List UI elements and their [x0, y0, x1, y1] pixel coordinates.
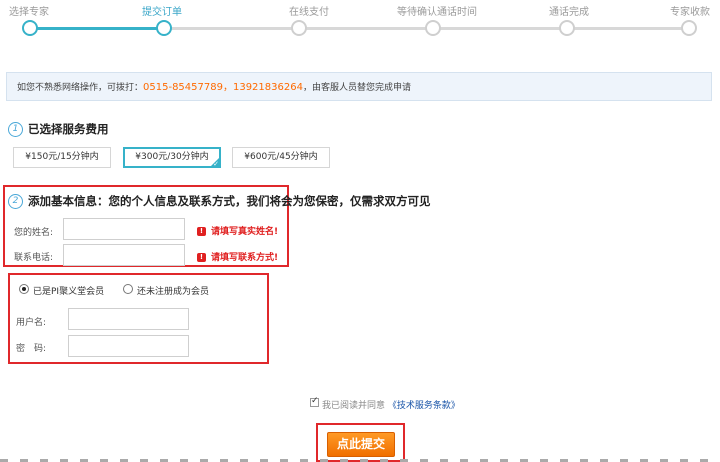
step-node-4 — [425, 20, 441, 36]
terms-link[interactable]: 《技术服务条款》 — [388, 401, 460, 411]
agreement-checkbox[interactable] — [310, 396, 319, 407]
notice-suffix: ，由客服人员替您完成申请 — [302, 83, 411, 93]
step-label-online-payment: 在线支付 — [289, 7, 329, 18]
step-label-submit-order: 提交订单 — [142, 7, 182, 18]
phone-label: 联系电话: — [14, 253, 54, 263]
step-number-1: 1 — [8, 122, 23, 137]
member-radio[interactable] — [19, 284, 29, 294]
step-number-2: 2 — [8, 194, 23, 209]
step-label-call-complete: 通话完成 — [549, 7, 589, 18]
phone-input[interactable] — [63, 244, 185, 266]
error-icon: ! — [197, 253, 206, 262]
help-notice-bar: 如您不熟悉网络操作，可拨打：0515-85457789，13921836264，… — [6, 72, 712, 101]
price-option-300[interactable]: ¥300元/30分钟内 ✓ — [123, 147, 221, 168]
error-icon: ! — [197, 227, 206, 236]
price-option-150[interactable]: ¥150元/15分钟内 — [13, 147, 111, 168]
name-error-message: ! 请填写真实姓名! — [197, 224, 278, 237]
basic-info-section-title: 2 添加基本信息：您的个人信息及联系方式，我们将会为您保密，仅需求双方可见 — [8, 193, 431, 209]
notice-phones: 0515-85457789，13921836264 — [143, 82, 303, 93]
agreement-text: 我已阅读并同意 《技术服务条款》 — [322, 401, 460, 411]
member-option-label: 已是PI聚义堂会员 — [33, 287, 105, 297]
step-node-6 — [681, 20, 697, 36]
step-node-2 — [156, 20, 172, 36]
check-icon: ✓ — [213, 160, 219, 168]
submit-button[interactable]: 点此提交 — [327, 432, 395, 457]
service-section-title: 1 已选择服务费用 — [8, 121, 109, 137]
order-progress-steps: 选择专家 提交订单 在线支付 等待确认通话时间 通话完成 专家收款 — [0, 0, 720, 60]
name-label: 您的姓名: — [14, 228, 54, 238]
nonmember-option-label: 还未注册成为会员 — [137, 287, 210, 297]
step-node-3 — [291, 20, 307, 36]
username-label: 用户名: — [16, 318, 47, 328]
step-node-1 — [22, 20, 38, 36]
progress-track-done — [30, 27, 164, 30]
phone-error-message: ! 请填写联系方式! — [197, 250, 278, 263]
password-label: 密 码: — [16, 344, 47, 354]
step-label-confirm-time: 等待确认通话时间 — [397, 7, 477, 18]
nonmember-radio[interactable] — [123, 284, 133, 294]
username-input[interactable] — [68, 308, 189, 330]
notice-prefix: 如您不熟悉网络操作，可拨打： — [17, 83, 144, 93]
step-label-select-expert: 选择专家 — [9, 7, 49, 18]
step-node-5 — [559, 20, 575, 36]
name-input[interactable] — [63, 218, 185, 240]
password-input[interactable] — [68, 335, 189, 357]
price-option-600[interactable]: ¥600元/45分钟内 — [232, 147, 330, 168]
step-label-expert-paid: 专家收款 — [670, 7, 710, 18]
